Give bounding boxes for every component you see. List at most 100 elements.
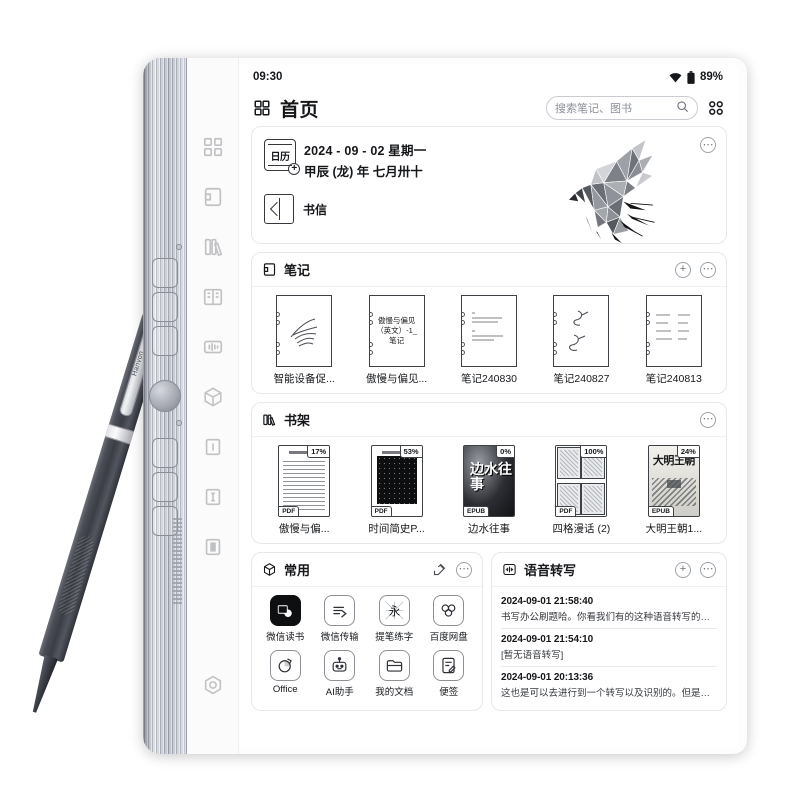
wifi-icon <box>669 72 682 83</box>
app-item[interactable]: 便签 <box>422 650 477 698</box>
spine-slot <box>152 258 178 288</box>
voice-text: 这也是可以去进行到一个转写以及识别的。但是… <box>501 688 711 699</box>
book-item[interactable]: 53% PDF 时间简史P... <box>350 445 442 536</box>
app-item[interactable]: AI助手 <box>313 650 368 698</box>
letter-book-icon[interactable] <box>264 194 294 224</box>
sidebar-item-doc3[interactable] <box>202 536 224 558</box>
note-thumbnail <box>461 295 518 367</box>
app-item[interactable]: 微信读书 <box>258 595 313 643</box>
calendar-card[interactable]: 日历 + 2024 - 09 - 02 星期一 甲辰 (龙) 年 七月卅十 书信 <box>251 126 727 244</box>
book-format: EPUB <box>648 506 674 516</box>
book-item[interactable]: 边水往事 0% EPUB 边水往事 <box>443 445 535 536</box>
spine-screw <box>176 420 182 426</box>
app-item[interactable]: 我的文档 <box>367 650 422 698</box>
note-preview-lines <box>466 303 512 359</box>
app-item[interactable]: 百度网盘 <box>422 595 477 643</box>
apps-grid-icon[interactable] <box>707 99 725 117</box>
voice-item[interactable]: 2024-09-01 21:58:40 书写办公刷题哈。你看我们有的这种语音转写… <box>501 591 717 629</box>
book-item[interactable]: 100% PDF 四格漫话 (2) <box>535 445 627 536</box>
book-cover: 边水往事 0% EPUB <box>463 445 516 517</box>
book-item[interactable]: 大明王朝 24% EPUB 大明王朝1... <box>628 445 720 536</box>
search-icon[interactable] <box>676 100 689 116</box>
sidebar-item-library[interactable] <box>202 286 224 308</box>
hexagon-icon <box>262 562 277 577</box>
spine-screw <box>176 244 182 250</box>
voice-item[interactable]: 2024-09-01 21:54:10 [暂无语音转写] <box>501 629 717 667</box>
book-title: 傲慢与偏... <box>278 523 330 535</box>
book-cover: 53% PDF <box>370 445 423 517</box>
wechat-transfer-icon <box>324 595 356 626</box>
sidebar-item-bookshelf[interactable] <box>202 236 224 258</box>
spine-slot <box>152 438 178 468</box>
book-progress: 17% <box>307 446 330 458</box>
book-format: PDF <box>371 506 392 516</box>
sidebar-item-doc1[interactable] <box>202 436 224 458</box>
app-item[interactable]: Office <box>258 650 313 698</box>
note-title: 傲慢与偏见... <box>365 373 428 385</box>
book-cover: 17% PDF <box>278 445 331 517</box>
note-title: 智能设备促... <box>273 373 335 385</box>
more-icon[interactable]: ⋯ <box>456 561 472 578</box>
note-item[interactable]: 笔记240813 <box>628 295 720 386</box>
app-item[interactable]: 永 提笔练字 <box>367 595 422 643</box>
low-poly-bird-illustration <box>556 131 660 243</box>
note-title: 笔记240827 <box>553 373 610 385</box>
search-placeholder: 搜索笔记、图书 <box>555 103 632 115</box>
sidebar-item-home[interactable] <box>202 136 224 158</box>
note-thumbnail: 傲慢与偏见（英文）-1_笔记 <box>368 295 425 367</box>
app-label: 提笔练字 <box>375 632 414 643</box>
spine-slot <box>152 292 178 322</box>
page-title: 首页 <box>280 99 320 121</box>
apps-grid: 微信读书 微信传输 永 提笔练字 百度网盘 Office AI助手 我的文档 便… <box>252 587 482 708</box>
voice-card-header: 语音转写 + ⋯ <box>492 553 726 587</box>
book-format: EPUB <box>464 506 490 516</box>
calendar-icon-label: 日历 <box>270 151 291 163</box>
plus-icon[interactable]: + <box>675 261 691 278</box>
search-input[interactable]: 搜索笔记、图书 <box>546 96 698 120</box>
voice-transcription-card: 语音转写 + ⋯ 2024-09-01 21:58:40 书写办公刷题哈。你看我… <box>491 552 727 711</box>
sidebar-item-apps[interactable] <box>202 386 224 408</box>
battery-icon <box>687 70 695 84</box>
sidebar-item-notes[interactable] <box>202 186 224 208</box>
voice-text: 书写办公刷题哈。你看我们有的这种语音转写的… <box>501 612 711 623</box>
more-icon[interactable]: ⋯ <box>700 137 716 153</box>
status-bar: 09:30 89% <box>239 64 739 90</box>
voice-item[interactable]: 2024-09-01 20:13:36 这也是可以去进行到一个转写以及识别的。但… <box>501 667 717 704</box>
voice-text: [暂无语音转写] <box>501 650 564 661</box>
note-item[interactable]: 傲慢与偏见（英文）-1_笔记 傲慢与偏见... <box>350 295 442 386</box>
baidu-netdisk-icon <box>433 595 465 626</box>
device-spine <box>143 58 187 754</box>
app-item[interactable]: 微信传输 <box>313 595 368 643</box>
calendar-date: 2024 - 09 - 02 星期一 <box>304 144 427 158</box>
more-icon[interactable]: ⋯ <box>700 261 716 278</box>
note-item[interactable]: 笔记240830 <box>443 295 535 386</box>
bookshelf-card: 书架 ⋯ 17% PDF 傲慢与偏... 53% PDF 时间简史P... 边水… <box>251 402 727 544</box>
book-item[interactable]: 17% PDF 傲慢与偏... <box>258 445 350 536</box>
note-item[interactable]: 笔记240827 <box>535 295 627 386</box>
book-progress: 100% <box>580 446 607 458</box>
book-cover-text: 边水往事 <box>470 461 513 492</box>
more-icon[interactable]: ⋯ <box>700 411 716 428</box>
notes-card-header: 笔记 + ⋯ <box>252 253 726 287</box>
more-icon[interactable]: ⋯ <box>700 561 716 578</box>
sidebar-item-doc2[interactable] <box>202 486 224 508</box>
calendar-icon: 日历 + <box>264 139 300 175</box>
book-progress: 0% <box>496 446 515 458</box>
spine-round-button[interactable] <box>149 380 181 412</box>
top-bar: 首页 搜索笔记、图书 <box>239 90 739 126</box>
book-cover: 100% PDF <box>555 445 608 517</box>
note-item[interactable]: 智能设备促... <box>258 295 350 386</box>
plus-icon[interactable]: + <box>675 561 691 578</box>
grid-icon[interactable] <box>253 99 271 117</box>
note-thumbnail <box>553 295 610 367</box>
calendar-lunar-date: 甲辰 (龙) 年 七月卅十 <box>304 165 423 179</box>
sidebar-item-audio[interactable] <box>202 336 224 358</box>
note-preview-table <box>651 303 697 359</box>
handwriting-practice-icon: 永 <box>378 595 410 626</box>
sidebar-item-settings[interactable] <box>202 674 224 696</box>
apps-card-title: 常用 <box>284 563 311 578</box>
letter-label: 书信 <box>303 202 328 217</box>
edit-icon[interactable] <box>432 562 447 577</box>
calendar-add-icon[interactable]: + <box>288 163 300 175</box>
note-thumbnail <box>645 295 702 367</box>
